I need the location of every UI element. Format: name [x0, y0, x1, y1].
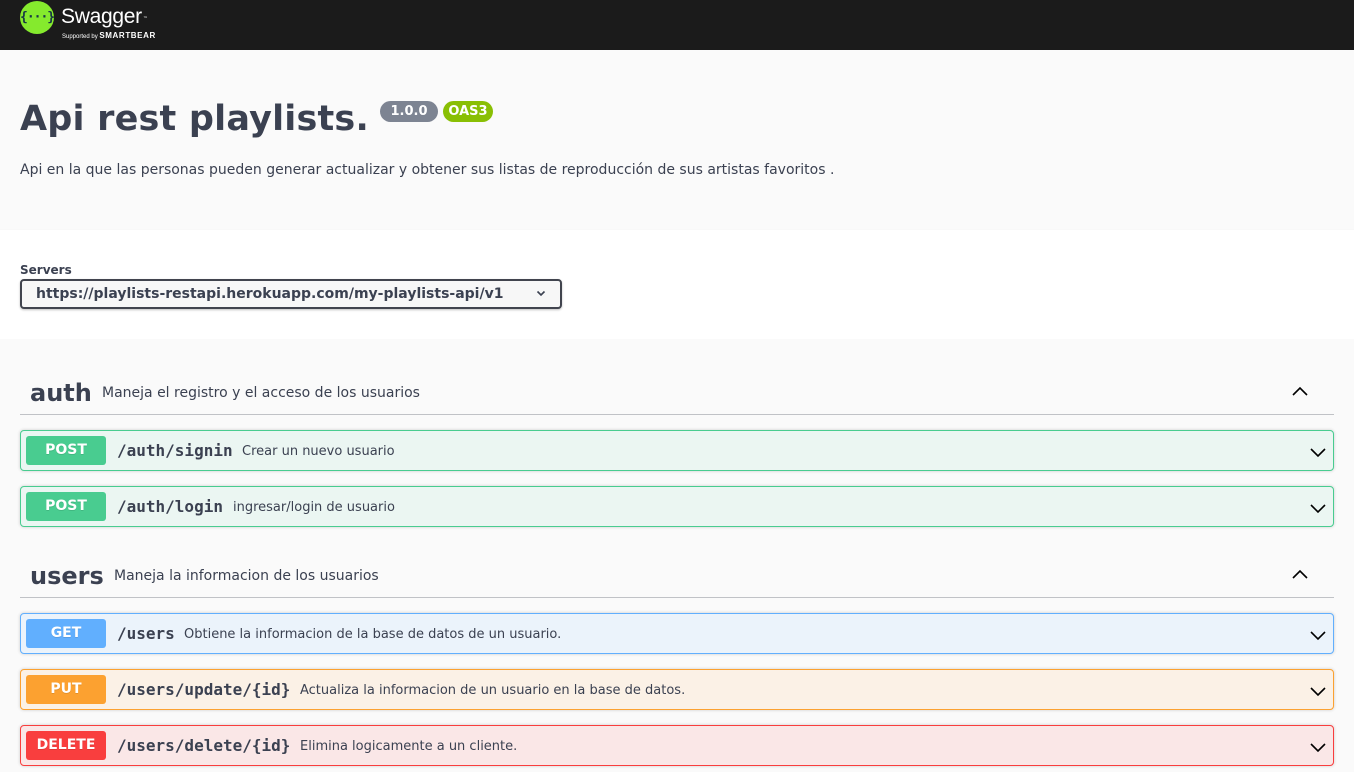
topbar: {···} Swagger ™ Supported by SMARTBEAR — [0, 0, 1354, 50]
chevron-down-icon[interactable] — [1309, 738, 1327, 756]
operation-post-auth-signin[interactable]: POST /auth/signin Crear un nuevo usuario — [20, 430, 1334, 471]
tag-users-header[interactable]: users Maneja la informacion de los usuar… — [20, 551, 1334, 598]
operation-summary: Elimina logicamente a un cliente. — [300, 739, 518, 754]
operation-path: /users — [117, 624, 175, 643]
logo-trademark: ™ — [143, 16, 148, 22]
server-select[interactable]: https://playlists-restapi.herokuapp.com/… — [20, 279, 562, 309]
operation-summary: Actualiza la informacion de un usuario e… — [300, 683, 686, 698]
chevron-up-icon[interactable] — [1290, 381, 1310, 401]
chevron-down-icon — [536, 290, 546, 297]
method-badge: POST — [26, 492, 106, 521]
info-section: Api rest playlists. 1.0.0 OAS3 Api en la… — [0, 50, 1354, 230]
chevron-down-icon[interactable] — [1309, 626, 1327, 644]
logo-subtitle-brand: SMARTBEAR — [99, 31, 156, 40]
operation-post-auth-login[interactable]: POST /auth/login ingresar/login de usuar… — [20, 486, 1334, 527]
chevron-down-icon[interactable] — [1309, 443, 1327, 461]
method-badge: POST — [26, 436, 106, 465]
server-select-value: https://playlists-restapi.herokuapp.com/… — [36, 286, 504, 302]
api-description: Api en la que las personas pueden genera… — [20, 162, 835, 178]
operation-path: /users/update/{id} — [117, 680, 291, 699]
chevron-up-icon[interactable] — [1290, 564, 1310, 584]
servers-label: Servers — [20, 263, 72, 277]
tag-description: Maneja la informacion de los usuarios — [114, 568, 379, 584]
operation-summary: ingresar/login de usuario — [233, 500, 395, 515]
method-badge: DELETE — [26, 731, 106, 760]
chevron-down-icon[interactable] — [1309, 682, 1327, 700]
operation-summary: Obtiene la informacion de la base de dat… — [184, 627, 562, 642]
operation-delete-users-delete[interactable]: DELETE /users/delete/{id} Elimina logica… — [20, 725, 1334, 766]
operation-path: /users/delete/{id} — [117, 736, 291, 755]
logo-subtitle-prefix: Supported by — [62, 34, 100, 40]
oas-badge: OAS3 — [443, 101, 493, 122]
operation-path: /auth/login — [117, 497, 223, 516]
swagger-logo-icon: {···} — [20, 1, 55, 34]
tag-name: users — [30, 562, 104, 590]
operation-put-users-update[interactable]: PUT /users/update/{id} Actualiza la info… — [20, 669, 1334, 710]
tag-auth-header[interactable]: auth Maneja el registro y el acceso de l… — [20, 368, 1334, 415]
operation-summary: Crear un nuevo usuario — [242, 444, 395, 459]
logo-name: Swagger — [61, 5, 142, 28]
method-badge: PUT — [26, 675, 106, 704]
operation-get-users[interactable]: GET /users Obtiene la informacion de la … — [20, 613, 1334, 654]
chevron-down-icon[interactable] — [1309, 499, 1327, 517]
servers-section: Servers https://playlists-restapi.heroku… — [0, 230, 1354, 339]
tag-name: auth — [30, 379, 92, 407]
logo-subtitle: Supported by SMARTBEAR — [62, 31, 156, 40]
tag-description: Maneja el registro y el acceso de los us… — [102, 385, 420, 401]
version-badge: 1.0.0 — [380, 101, 438, 122]
operation-path: /auth/signin — [117, 441, 233, 460]
page-title: Api rest playlists. — [20, 99, 369, 139]
method-badge: GET — [26, 619, 106, 648]
operations-section: auth Maneja el registro y el acceso de l… — [0, 339, 1354, 772]
